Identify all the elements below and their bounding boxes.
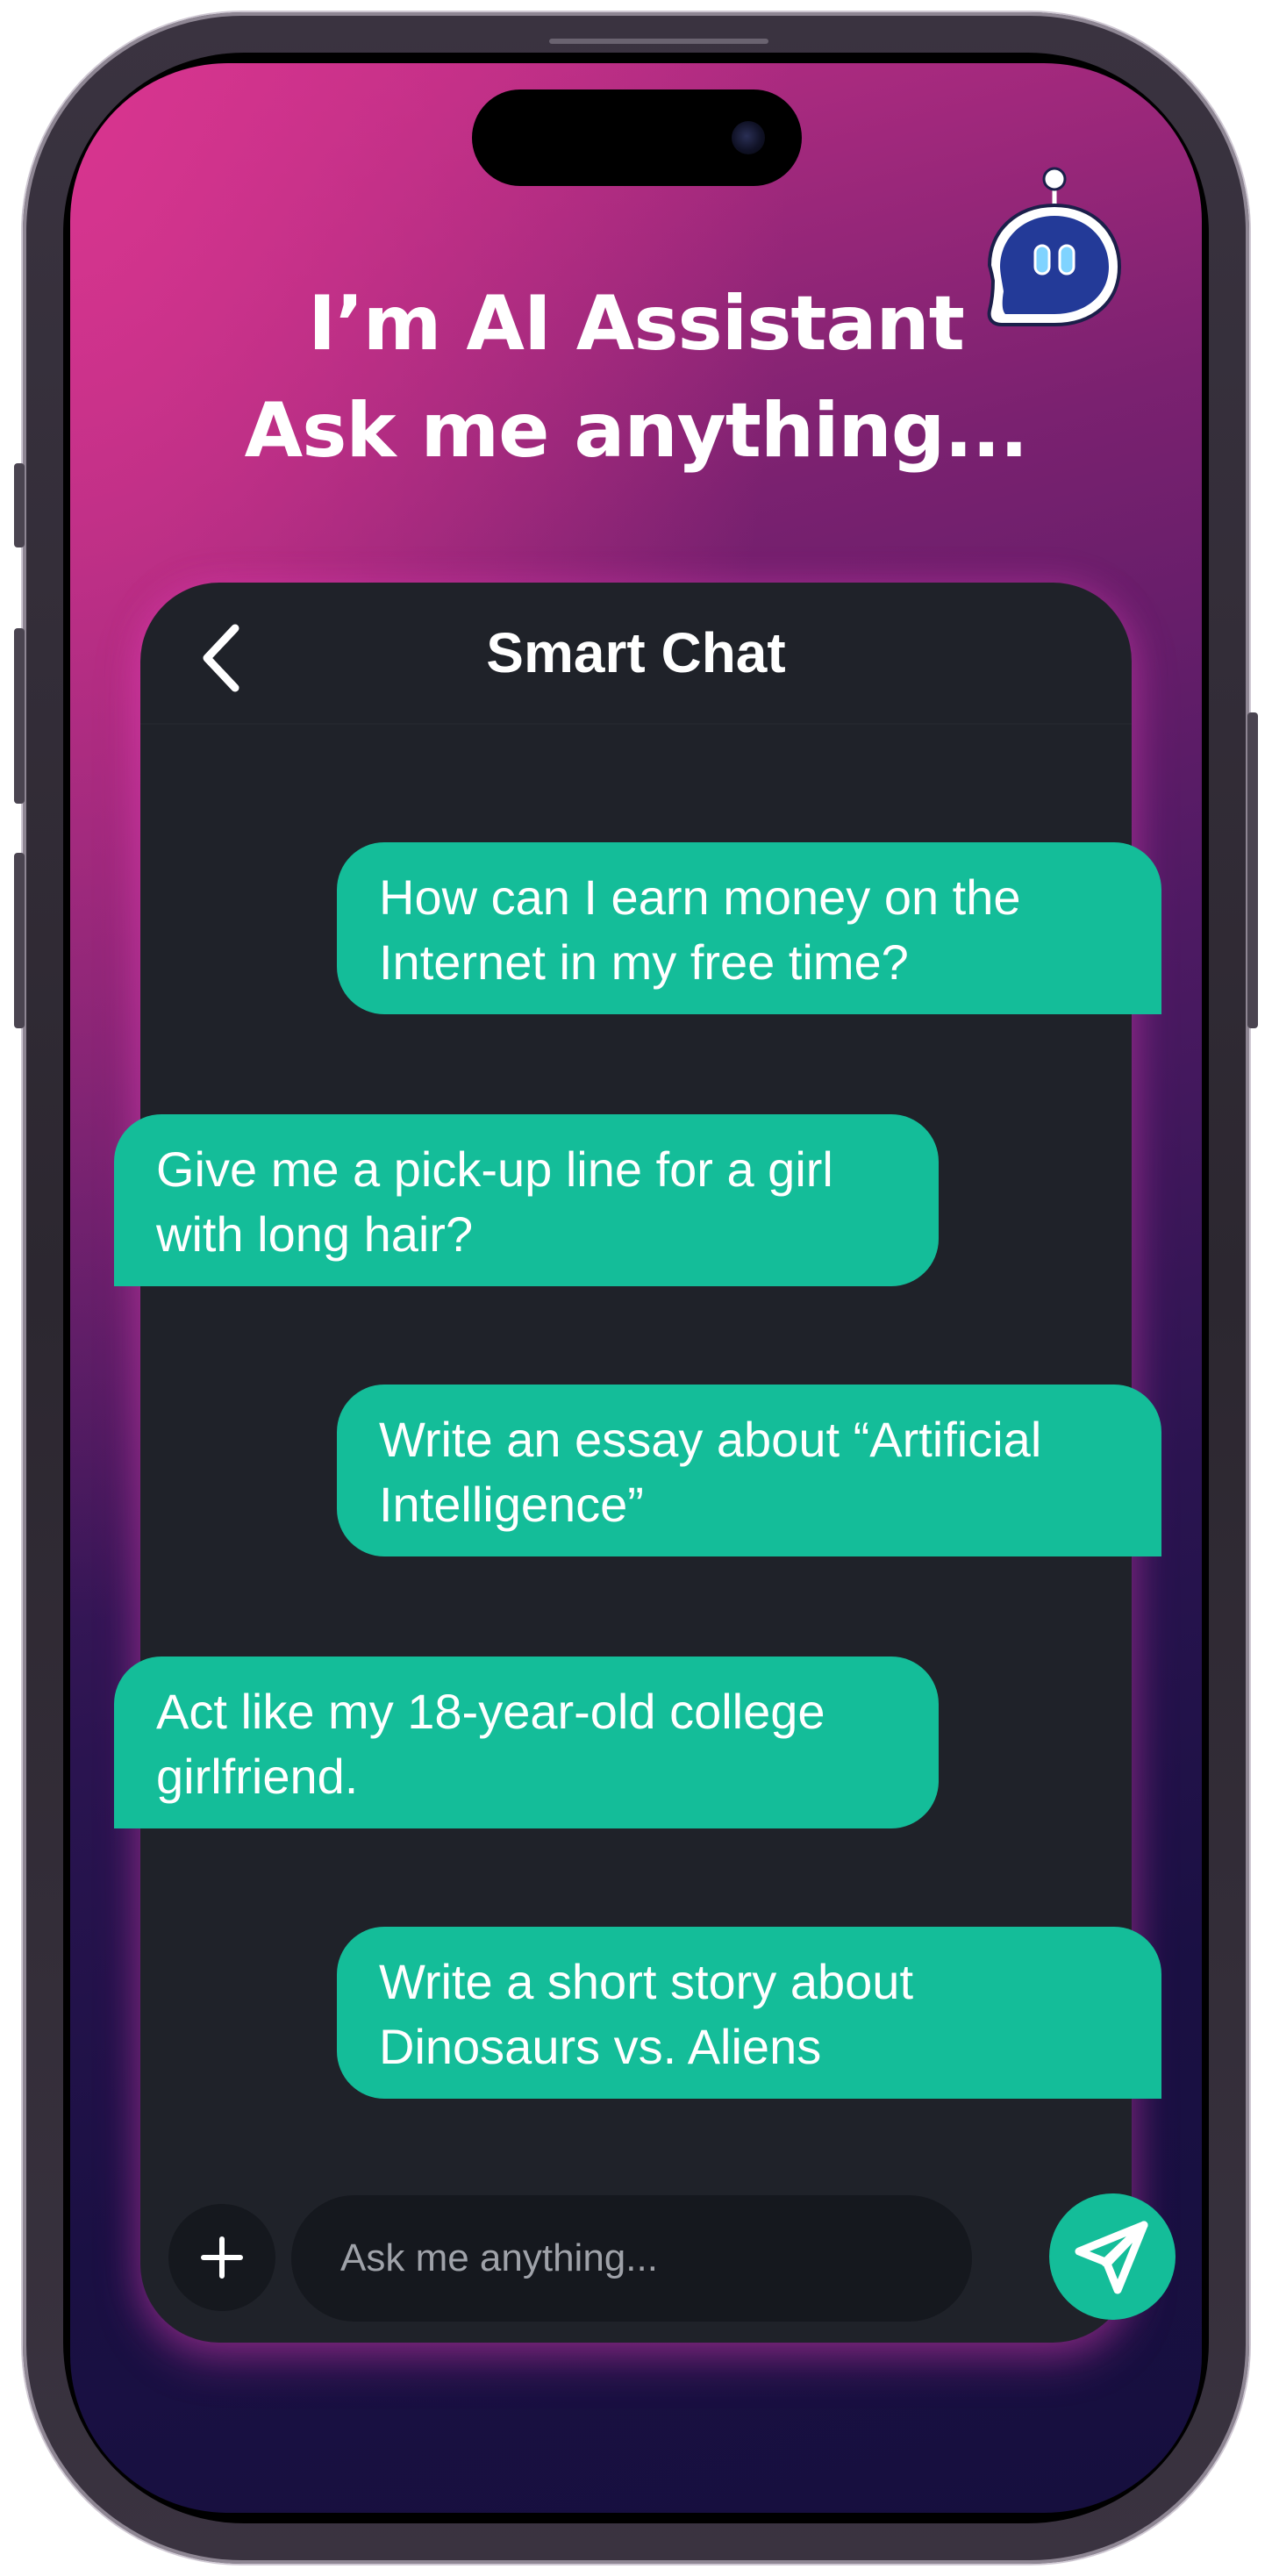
chat-message-3[interactable]: Write an essay about “Artificial Intelli… [337,1385,1161,1556]
message-line: girlfriend. [156,1749,359,1804]
message-line: Act like my 18-year-old college [156,1684,825,1739]
chat-message-4[interactable]: Act like my 18-year-old college girlfrie… [114,1657,939,1828]
front-camera-icon [732,121,765,154]
app-screen: I’m AI Assistant Ask me anything... Smar… [70,63,1202,2513]
hero-title: I’m AI Assistant [308,280,965,368]
message-line: Internet in my free time? [379,934,909,990]
chat-message-5[interactable]: Write a short story about Dinosaurs vs. … [337,1927,1161,2099]
message-line: Intelligence” [379,1477,644,1532]
plus-icon [201,2236,243,2279]
chat-message-2[interactable]: Give me a pick-up line for a girl with l… [114,1114,939,1286]
paper-plane-icon [1075,2221,1148,2294]
send-button[interactable] [1049,2193,1176,2320]
action-button [14,463,25,547]
dynamic-island [472,89,802,186]
home-indicator [518,2494,772,2501]
chat-card: Smart Chat How can I earn money on the I… [114,583,1176,2343]
chat-title: Smart Chat [486,621,786,684]
power-button [1247,712,1258,1028]
volume-down-button [14,853,25,1028]
message-input[interactable] [291,2195,972,2322]
message-line: Give me a pick-up line for a girl [156,1141,833,1197]
message-line: Write an essay about “Artificial [379,1412,1042,1467]
message-line: How can I earn money on the [379,869,1021,925]
message-line: Dinosaurs vs. Aliens [379,2019,822,2074]
message-line: Write a short story about [379,1954,913,2009]
chat-header: Smart Chat [140,583,1132,725]
hero-headline: I’m AI Assistant Ask me anything... [70,270,1202,484]
message-line: with long hair? [156,1206,474,1262]
hero-subtitle: Ask me anything... [244,387,1029,475]
volume-up-button [14,628,25,804]
phone-top-edge [549,39,768,44]
add-attachment-button[interactable] [168,2204,275,2311]
chat-message-1[interactable]: How can I earn money on the Internet in … [337,842,1161,1014]
